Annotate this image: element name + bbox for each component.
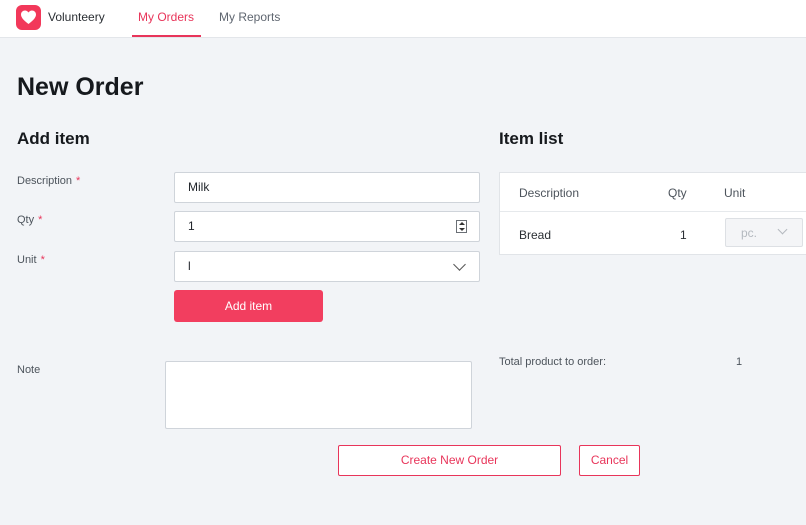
item-unit-value: pc. — [741, 226, 758, 240]
description-label-text: Description — [17, 175, 73, 187]
item-description: Bread — [519, 228, 552, 242]
number-spinner-icon[interactable] — [456, 220, 467, 233]
column-header-unit: Unit — [724, 186, 746, 200]
note-label: Note — [17, 364, 41, 376]
tab-my-reports[interactable]: My Reports — [219, 10, 280, 24]
active-tab-indicator — [132, 35, 201, 37]
cancel-button[interactable]: Cancel — [579, 445, 640, 476]
required-mark: * — [76, 175, 81, 187]
item-list-heading: Item list — [499, 129, 564, 148]
required-mark: * — [38, 214, 43, 226]
item-qty: 1 — [680, 228, 687, 242]
unit-select[interactable]: l — [174, 251, 480, 282]
heart-logo-icon[interactable] — [16, 5, 41, 30]
qty-label-text: Qty — [17, 214, 35, 226]
unit-label-text: Unit — [17, 254, 37, 266]
note-textarea[interactable] — [165, 361, 472, 429]
column-header-qty: Qty — [668, 186, 687, 200]
item-list-table: Description Qty Unit Bread 1 pc. — [499, 172, 806, 255]
qty-value: 1 — [188, 219, 195, 233]
description-label: Description * — [17, 175, 80, 187]
row-divider — [500, 211, 806, 212]
qty-input[interactable]: 1 — [174, 211, 480, 242]
total-label: Total product to order: — [499, 356, 607, 368]
qty-label: Qty * — [17, 214, 42, 226]
create-order-button[interactable]: Create New Order — [338, 445, 561, 476]
column-header-description: Description — [519, 186, 580, 200]
unit-label: Unit * — [17, 254, 45, 266]
required-mark: * — [40, 254, 45, 266]
item-unit-select: pc. — [725, 218, 803, 247]
total-value: 1 — [736, 356, 743, 368]
chevron-down-icon — [453, 258, 466, 271]
top-nav-bar: Volunteery My Orders My Reports — [0, 0, 806, 38]
description-input[interactable]: Milk — [174, 172, 480, 203]
add-item-heading: Add item — [17, 129, 90, 148]
page-title: New Order — [17, 73, 144, 101]
tab-my-orders[interactable]: My Orders — [138, 10, 194, 24]
chevron-down-icon — [777, 224, 788, 235]
add-item-button[interactable]: Add item — [174, 290, 323, 322]
unit-value: l — [188, 259, 191, 273]
brand-name: Volunteery — [48, 10, 105, 24]
